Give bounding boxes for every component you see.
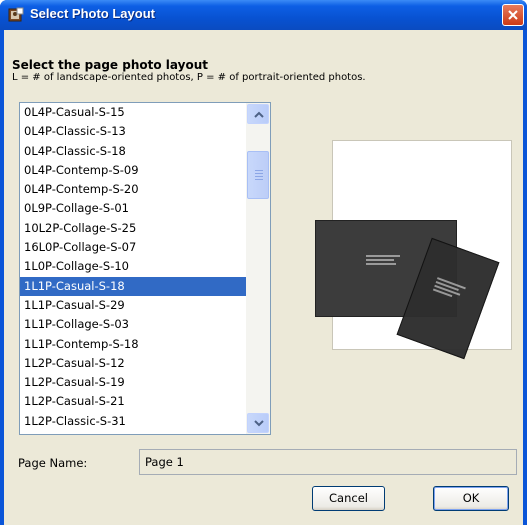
list-item[interactable]: 1L2P-Casual-S-21 [20, 392, 246, 411]
close-button[interactable] [502, 4, 524, 26]
cancel-button[interactable]: Cancel [312, 486, 385, 511]
scroll-up-button[interactable] [247, 104, 269, 124]
layout-legend-text: L = # of landscape-oriented photos, P = … [12, 72, 366, 83]
scroll-down-button[interactable] [247, 413, 269, 433]
chevron-down-icon [254, 420, 264, 427]
scroll-thumb[interactable] [247, 151, 269, 199]
list-item[interactable]: 0L4P-Classic-S-18 [20, 142, 246, 161]
list-item[interactable]: 0L4P-Casual-S-15 [20, 103, 246, 122]
list-item[interactable]: 1L1P-Casual-S-29 [20, 296, 246, 315]
grip-line [255, 173, 263, 174]
list-item[interactable]: 1L2P-Casual-S-24 [20, 431, 246, 434]
list-item[interactable]: 1L2P-Casual-S-12 [20, 354, 246, 373]
window-title: Select Photo Layout [30, 6, 155, 21]
list-item-selected[interactable]: 1L1P-Casual-S-18 [20, 276, 246, 296]
grip-line [255, 179, 263, 180]
caption-text-lines [432, 277, 466, 302]
list-item[interactable]: 0L9P-Collage-S-01 [20, 199, 246, 218]
caption-text-lines [366, 255, 400, 267]
layout-list[interactable]: 0L4P-Casual-S-15 0L4P-Classic-S-13 0L4P-Cl… [19, 102, 271, 435]
grip-line [255, 170, 263, 171]
list-item[interactable]: 1L2P-Classic-S-31 [20, 412, 246, 431]
list-item[interactable]: 1L2P-Casual-S-19 [20, 373, 246, 392]
app-icon [8, 7, 24, 23]
list-item[interactable]: 0L4P-Contemp-S-20 [20, 180, 246, 199]
page-title: Select the page photo layout [12, 58, 208, 72]
list-item[interactable]: 16L0P-Collage-S-07 [20, 238, 246, 257]
ok-button[interactable]: OK [433, 486, 509, 511]
layout-preview [315, 140, 512, 360]
page-name-field[interactable]: Page 1 [139, 449, 517, 475]
list-item[interactable]: 0L4P-Contemp-S-09 [20, 161, 246, 180]
list-item[interactable]: 10L2P-Collage-S-25 [20, 219, 246, 238]
list-item[interactable]: 1L1P-Contemp-S-18 [20, 335, 246, 354]
list-item[interactable]: 1L0P-Collage-S-10 [20, 257, 246, 276]
close-icon [508, 10, 518, 20]
chevron-up-icon [254, 111, 264, 118]
layout-list-items: 0L4P-Casual-S-15 0L4P-Classic-S-13 0L4P-Cl… [20, 103, 246, 434]
list-item[interactable]: 1L1P-Collage-S-03 [20, 315, 246, 334]
list-scrollbar[interactable] [246, 103, 270, 434]
list-item[interactable]: 0L4P-Classic-S-13 [20, 122, 246, 141]
grip-line [255, 176, 263, 177]
title-bar[interactable]: Select Photo Layout [0, 0, 527, 30]
page-name-label: Page Name: [18, 456, 88, 470]
dialog-window: Select Photo Layout Select the page phot… [0, 0, 527, 525]
